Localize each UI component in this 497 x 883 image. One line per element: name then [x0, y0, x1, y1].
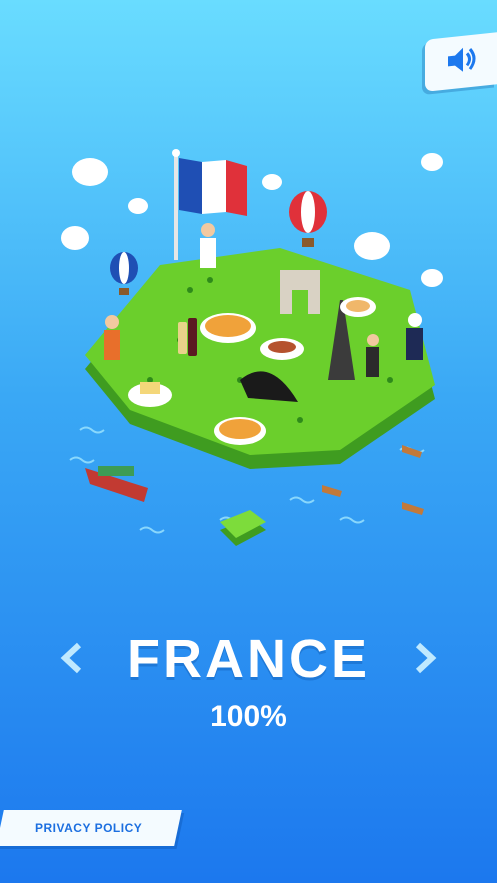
privacy-policy-label: PRIVACY POLICY: [35, 821, 143, 835]
progress-percentage: 100%: [210, 700, 287, 733]
chevron-right-icon: [412, 642, 438, 679]
speaker-icon: [444, 43, 478, 82]
privacy-policy-button[interactable]: PRIVACY POLICY: [0, 810, 182, 846]
next-country-button[interactable]: [407, 642, 443, 678]
france-map-illustration: [61, 149, 443, 546]
sound-toggle-button[interactable]: [425, 32, 497, 92]
